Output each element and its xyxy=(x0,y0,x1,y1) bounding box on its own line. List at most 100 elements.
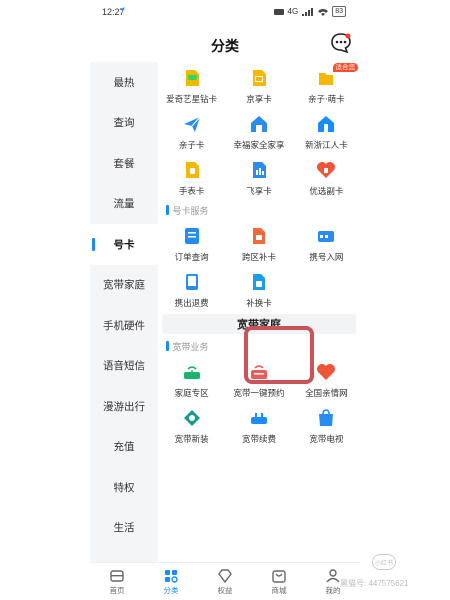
paper-plane-icon xyxy=(183,116,201,132)
product-label: 亲子卡 xyxy=(178,141,205,151)
product-zhejiang-card[interactable]: 新浙江人卡 xyxy=(293,108,360,154)
product-label: 优选副卡 xyxy=(309,187,344,197)
product-secondary-card[interactable]: 优选副卡 xyxy=(293,154,360,200)
sidebar-item-roaming[interactable]: 漫游出行 xyxy=(90,386,158,427)
status-right: 4G 83 xyxy=(273,6,346,17)
status-bar: 12:27 4G 83 xyxy=(90,0,360,26)
sidebar-item-label: 号卡 xyxy=(113,238,135,251)
sidebar-item-label: 语音短信 xyxy=(103,360,145,373)
product-jingxiang-card[interactable]: 京享卡 xyxy=(225,62,292,108)
broadband-label: 宽带电视 xyxy=(309,435,344,445)
sidebar-item-plan[interactable]: 套餐 xyxy=(90,143,158,184)
product-label: 新浙江人卡 xyxy=(305,141,348,151)
feixiang-card-icon xyxy=(252,162,266,178)
diamond-icon xyxy=(218,568,232,583)
tab-mall[interactable]: 商城 xyxy=(252,563,306,600)
family-home-icon xyxy=(250,116,267,132)
sidebar-item-privilege[interactable]: 特权 xyxy=(90,467,158,508)
refund-icon xyxy=(185,274,198,290)
recommend-badge: 适合您 xyxy=(332,63,358,72)
sidebar-item-query[interactable]: 查询 xyxy=(90,103,158,144)
iqiyi-card-icon xyxy=(185,70,199,86)
product-label: 京享卡 xyxy=(246,95,272,105)
product-feixiang-card[interactable]: 飞享卡 xyxy=(225,154,292,200)
highlight-frame xyxy=(244,326,314,384)
sidebar-item-broadband-home[interactable]: 宽带家庭 xyxy=(90,265,158,306)
service-label: 订单查询 xyxy=(174,253,209,263)
family-net-icon xyxy=(317,364,336,380)
broadband-renew[interactable]: 宽带续费 xyxy=(225,402,292,448)
tab-benefits[interactable]: 权益 xyxy=(198,563,252,600)
service-label: 携出退费 xyxy=(174,299,209,309)
service-label: 携号入网 xyxy=(309,253,344,263)
wifi-icon xyxy=(318,8,329,16)
broadband-label: 宽带续费 xyxy=(241,435,276,445)
sim-replace-icon xyxy=(252,274,265,290)
product-kids-card[interactable]: 适合您 亲子·萌卡 xyxy=(293,62,360,108)
tab-label: 权益 xyxy=(217,585,233,595)
heart-card-icon xyxy=(317,162,336,178)
broadband-label: 全国亲情网 xyxy=(305,389,348,399)
broadband-new-install[interactable]: 宽带新装 xyxy=(158,402,225,448)
service-order-query[interactable]: 订单查询 xyxy=(158,220,225,266)
cross-region-card-icon xyxy=(252,228,265,244)
location-icon xyxy=(118,6,126,17)
jingxiang-card-icon xyxy=(252,70,266,86)
router-icon xyxy=(183,366,200,379)
sidebar-item-data[interactable]: 流量 xyxy=(90,184,158,225)
nfc-icon xyxy=(273,8,284,15)
sidebar-item-label: 最热 xyxy=(113,76,135,89)
tab-label: 我的 xyxy=(325,585,341,595)
product-parent-child-card[interactable]: 亲子卡 xyxy=(158,108,225,154)
service-sim-replace[interactable]: 补换卡 xyxy=(225,266,292,312)
service-label: 补换卡 xyxy=(246,299,272,309)
page-title: 分类 xyxy=(211,39,239,55)
signal-icon xyxy=(302,7,314,16)
sidebar-item-sim-card[interactable]: 号卡 xyxy=(90,224,158,265)
service-number-transfer[interactable]: 携号入网 xyxy=(293,220,360,266)
sidebar-item-voice-sms[interactable]: 语音短信 xyxy=(90,346,158,387)
product-label: 爱奇艺星钻卡 xyxy=(166,95,218,105)
message-icon[interactable] xyxy=(330,32,352,54)
tab-category[interactable]: 分类 xyxy=(144,563,198,600)
zhejiang-home-icon xyxy=(318,116,335,132)
sidebar-item-label: 特权 xyxy=(113,481,135,494)
card-products-grid: 爱奇艺星钻卡 京享卡 适合您 亲子·萌卡 亲子卡 幸福家全家享 新浙江人卡 手表… xyxy=(158,62,360,200)
sidebar-item-life[interactable]: 生活 xyxy=(90,508,158,549)
category-sidebar: 最热 查询 套餐 流量 号卡 宽带家庭 手机硬件 语音短信 漫游出行 充值 特权… xyxy=(90,62,158,575)
shop-icon xyxy=(272,569,286,583)
broadband-label: 家庭专区 xyxy=(174,389,209,399)
battery-icon: 83 xyxy=(332,6,346,17)
broadband-home-zone[interactable]: 家庭专区 xyxy=(158,356,225,402)
product-watch-card[interactable]: 手表卡 xyxy=(158,154,225,200)
watermark-logo: 小红书 xyxy=(372,554,396,570)
phone-screen: 12:27 4G 83 分类 最热 查询 套餐 流量 号卡 宽带家庭 手机硬件 … xyxy=(90,0,360,600)
broadband-tv[interactable]: 宽带电视 xyxy=(293,402,360,448)
watermark-text: 黑猫号: 447575621 xyxy=(340,579,409,588)
product-family-share[interactable]: 幸福家全家享 xyxy=(225,108,292,154)
new-install-icon xyxy=(183,410,200,426)
profile-icon xyxy=(326,568,340,582)
sidebar-item-label: 充值 xyxy=(113,441,135,454)
tab-label: 分类 xyxy=(163,585,179,595)
watch-card-icon xyxy=(185,162,199,178)
sidebar-item-label: 套餐 xyxy=(113,157,135,170)
sidebar-item-hardware[interactable]: 手机硬件 xyxy=(90,305,158,346)
sidebar-item-recharge[interactable]: 充值 xyxy=(90,427,158,468)
product-label: 手表卡 xyxy=(178,187,205,197)
sidebar-item-label: 宽带家庭 xyxy=(103,279,145,292)
service-label: 跨区补卡 xyxy=(241,253,276,263)
card-service-grid: 订单查询 跨区补卡 携号入网 携出退费 补换卡 xyxy=(158,220,360,312)
sidebar-item-label: 流量 xyxy=(113,198,135,211)
tab-label: 首页 xyxy=(109,585,125,595)
broadband-label: 宽带新装 xyxy=(174,435,209,445)
product-label: 飞享卡 xyxy=(246,187,272,197)
service-cross-region-card[interactable]: 跨区补卡 xyxy=(225,220,292,266)
tab-home[interactable]: 首页 xyxy=(90,563,144,600)
tv-bag-icon xyxy=(319,409,334,426)
home-icon xyxy=(110,569,124,582)
product-iqiyi-card[interactable]: 爱奇艺星钻卡 xyxy=(158,62,225,108)
service-refund[interactable]: 携出退费 xyxy=(158,266,225,312)
sidebar-item-hot[interactable]: 最热 xyxy=(90,62,158,103)
card-service-title: 号卡服务 xyxy=(158,200,360,220)
